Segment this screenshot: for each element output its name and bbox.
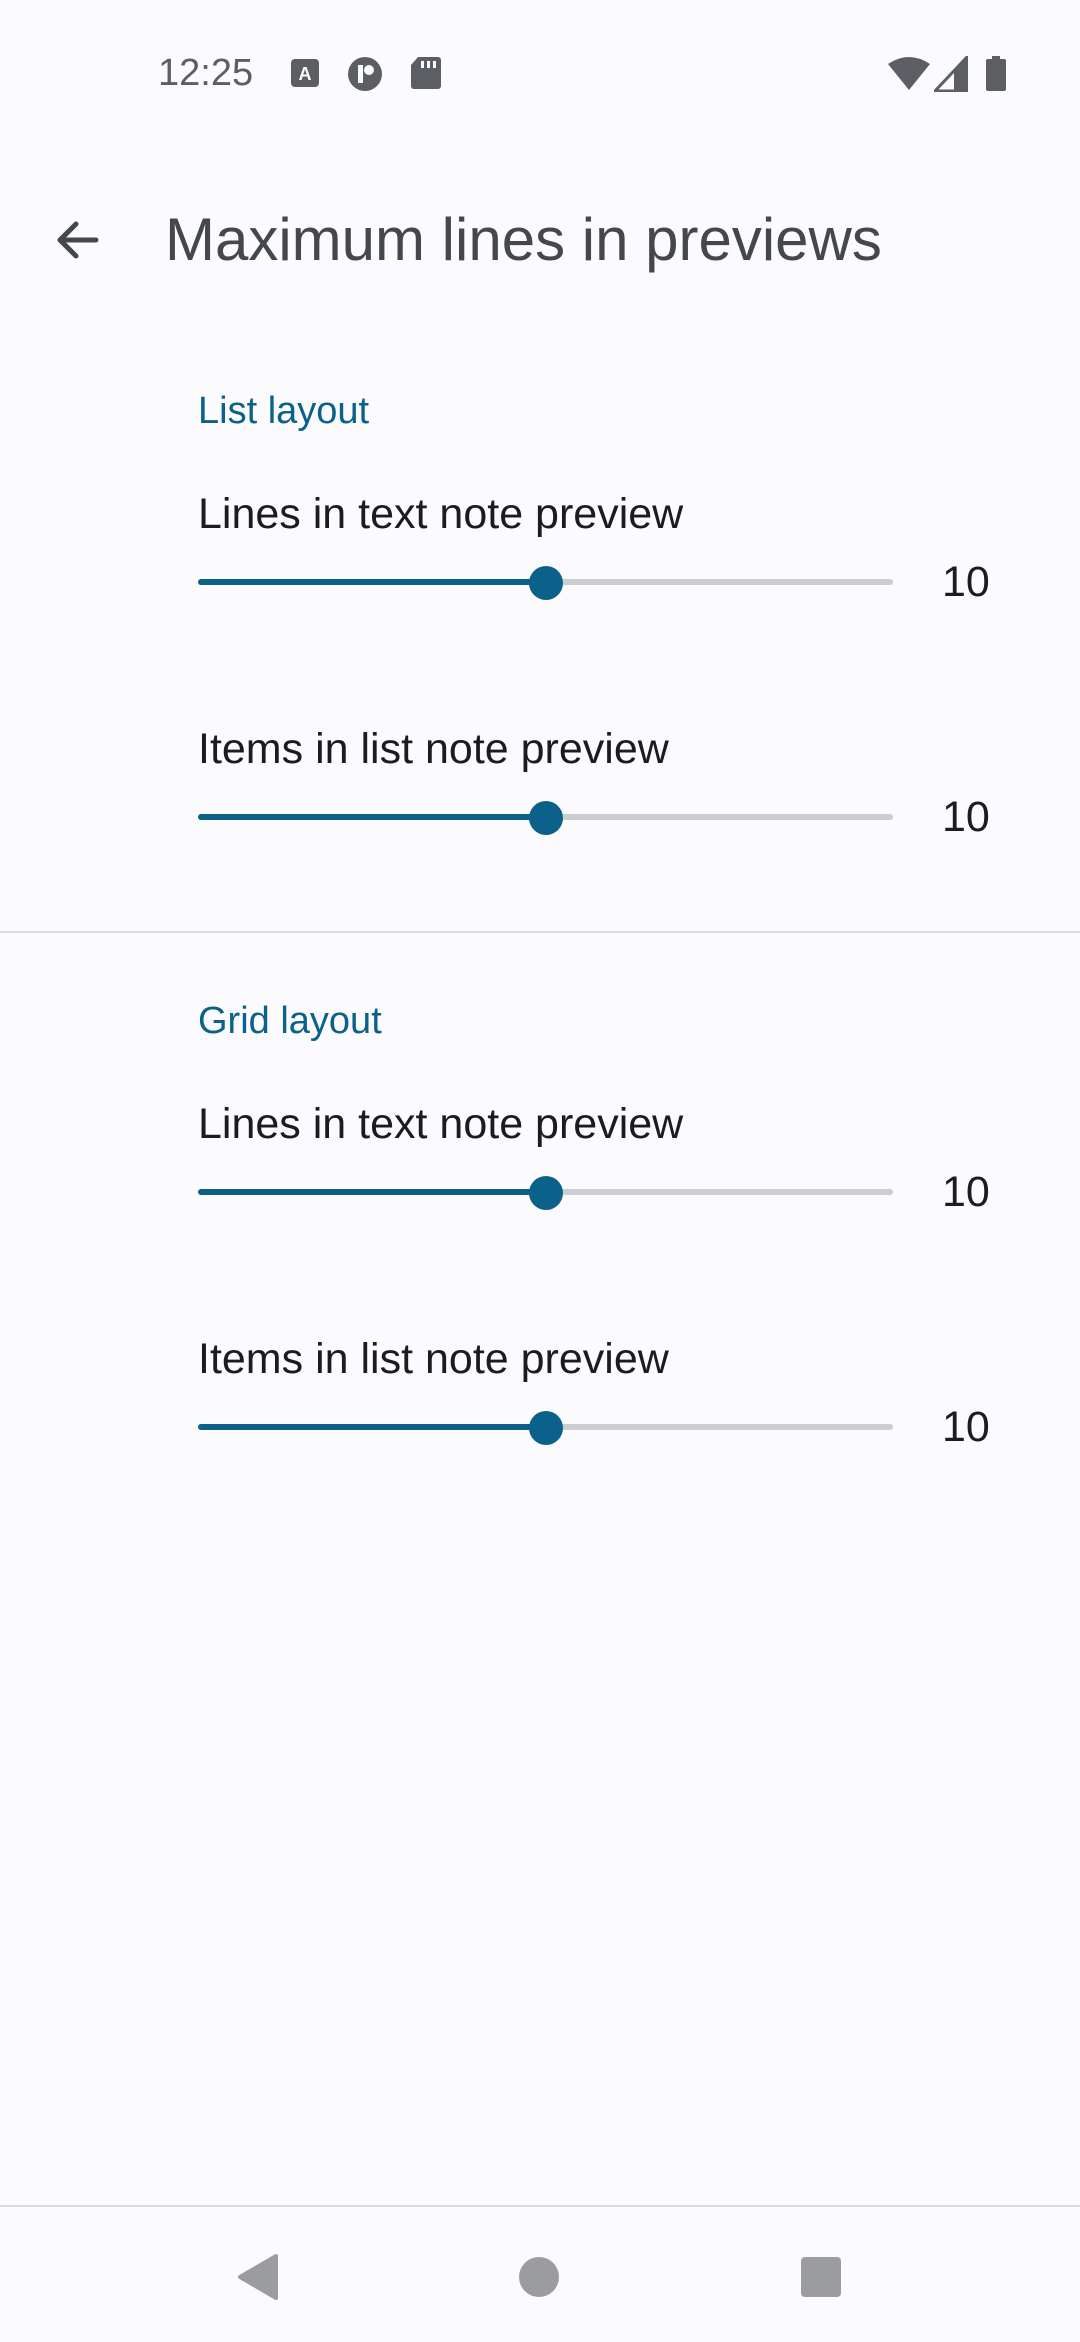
slider-active-track — [198, 814, 546, 820]
pref-list-lines-text[interactable]: Lines in text note preview 10 — [0, 490, 1080, 710]
recents-square-icon — [801, 2257, 841, 2297]
pref-title: Lines in text note preview — [198, 490, 684, 538]
pref-title: Lines in text note preview — [198, 1100, 684, 1148]
slider-value: 10 — [942, 558, 990, 606]
slider-thumb[interactable] — [528, 566, 563, 600]
items-slider[interactable] — [198, 787, 893, 847]
app-bar: Maximum lines in previews — [0, 150, 1080, 320]
slider-active-track — [198, 1424, 546, 1430]
status-bar: 12:25 A — [0, 0, 1080, 150]
slider-value: 10 — [942, 793, 990, 841]
nav-recents-button[interactable] — [793, 2249, 849, 2305]
nav-home-button[interactable] — [511, 2249, 567, 2305]
slider-value: 10 — [942, 1403, 990, 1451]
home-circle-icon — [519, 2257, 559, 2297]
pref-list-items-list[interactable]: Items in list note preview 10 — [0, 725, 1080, 945]
section-header: List layout — [198, 390, 370, 432]
lines-slider[interactable] — [198, 552, 893, 612]
svg-text:A: A — [299, 64, 312, 84]
back-button[interactable] — [40, 202, 116, 278]
slider-thumb[interactable] — [528, 801, 563, 835]
pref-grid-lines-text[interactable]: Lines in text note preview 10 — [0, 1100, 1080, 1320]
items-slider[interactable] — [198, 1397, 893, 1457]
arrow-back-icon — [57, 221, 99, 259]
sd-card-icon — [410, 56, 444, 90]
section-divider — [0, 931, 1080, 933]
slider-active-track — [198, 1189, 546, 1195]
battery-icon — [985, 56, 1007, 97]
status-time: 12:25 — [158, 52, 254, 94]
circle-notification-icon — [347, 56, 382, 91]
wifi-icon — [887, 56, 931, 97]
slider-value: 10 — [942, 1168, 990, 1216]
system-nav-bar — [0, 2205, 1080, 2342]
back-triangle-icon — [238, 2254, 278, 2300]
pref-title: Items in list note preview — [198, 1335, 669, 1383]
nav-back-button[interactable] — [230, 2249, 286, 2305]
slider-thumb[interactable] — [528, 1176, 563, 1210]
a-notification-icon: A — [288, 56, 322, 90]
section-header: Grid layout — [198, 1000, 382, 1042]
pref-grid-items-list[interactable]: Items in list note preview 10 — [0, 1335, 1080, 1555]
slider-active-track — [198, 579, 546, 585]
slider-thumb[interactable] — [528, 1411, 563, 1445]
pref-title: Items in list note preview — [198, 725, 669, 773]
lines-slider[interactable] — [198, 1162, 893, 1222]
page-title: Maximum lines in previews — [165, 206, 882, 273]
signal-icon — [931, 53, 969, 97]
